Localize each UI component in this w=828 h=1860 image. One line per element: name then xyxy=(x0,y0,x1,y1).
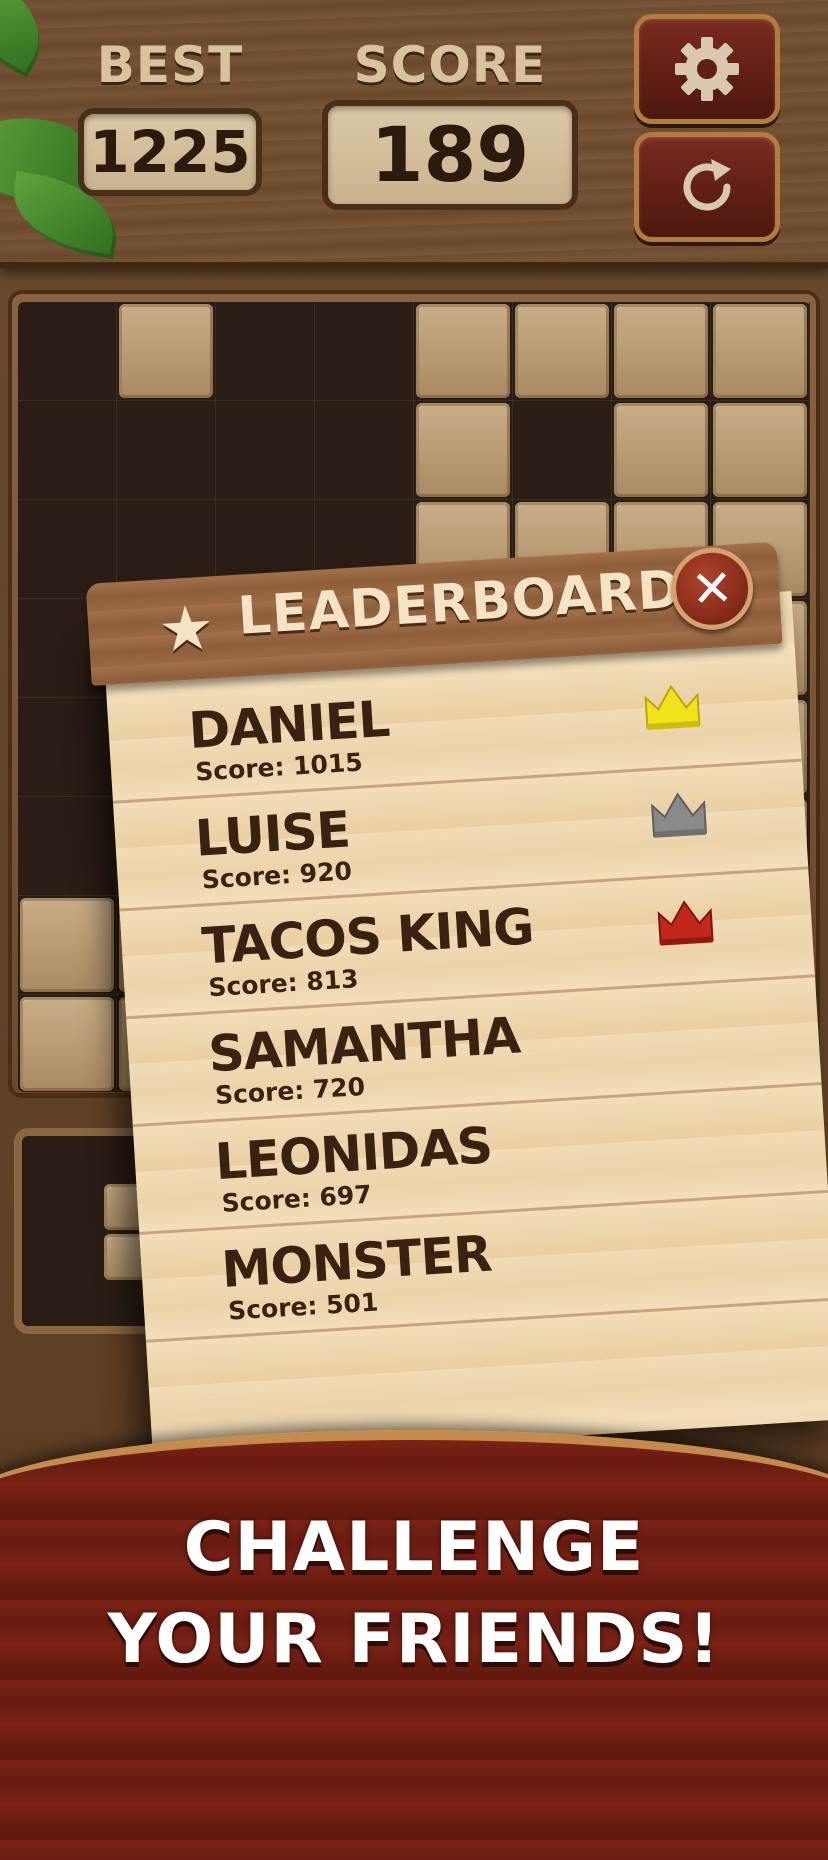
settings-button[interactable] xyxy=(634,14,780,124)
board-cell[interactable] xyxy=(513,401,612,500)
best-label: BEST xyxy=(96,36,244,94)
board-cell[interactable] xyxy=(216,401,315,500)
wood-block xyxy=(515,304,609,398)
leaderboard-panel: ★ LEADERBOARD ✕ DANIEL Score: 1015 LUISE… xyxy=(85,541,828,1462)
wood-block xyxy=(119,304,213,398)
close-icon: ✕ xyxy=(689,558,735,619)
wood-block xyxy=(416,304,510,398)
wood-block xyxy=(20,997,114,1091)
wood-block xyxy=(614,304,708,398)
banner-line-1: CHALLENGE xyxy=(183,1508,645,1587)
score-value: 189 xyxy=(322,100,578,210)
wood-block xyxy=(20,898,114,992)
wood-block xyxy=(416,403,510,497)
board-cell[interactable] xyxy=(315,401,414,500)
score-label: SCORE xyxy=(353,36,547,94)
board-cell[interactable] xyxy=(18,797,117,896)
player-name: TACOS KING xyxy=(200,897,535,976)
gold-crown-icon xyxy=(644,684,701,730)
gear-icon xyxy=(675,37,739,101)
star-icon: ★ xyxy=(156,590,217,667)
wood-block xyxy=(713,304,807,398)
restart-icon xyxy=(683,159,731,211)
board-cell[interactable] xyxy=(18,698,117,797)
board-cell[interactable] xyxy=(18,401,117,500)
restart-button[interactable] xyxy=(634,132,780,242)
board-cell[interactable] xyxy=(117,401,216,500)
board-cell[interactable] xyxy=(315,302,414,401)
board-cell[interactable] xyxy=(18,302,117,401)
wood-block xyxy=(614,403,708,497)
leaderboard-title: LEADERBOARD xyxy=(236,559,684,647)
leaf-decoration xyxy=(0,0,62,78)
board-cell[interactable] xyxy=(216,302,315,401)
bronze-crown-icon xyxy=(657,900,714,946)
wood-block xyxy=(713,403,807,497)
header-bar: BEST 1225 SCORE 189 xyxy=(0,0,828,268)
silver-crown-icon xyxy=(651,792,708,838)
banner-line-2: YOUR FRIENDS! xyxy=(107,1600,721,1679)
best-value: 1225 xyxy=(78,108,262,196)
